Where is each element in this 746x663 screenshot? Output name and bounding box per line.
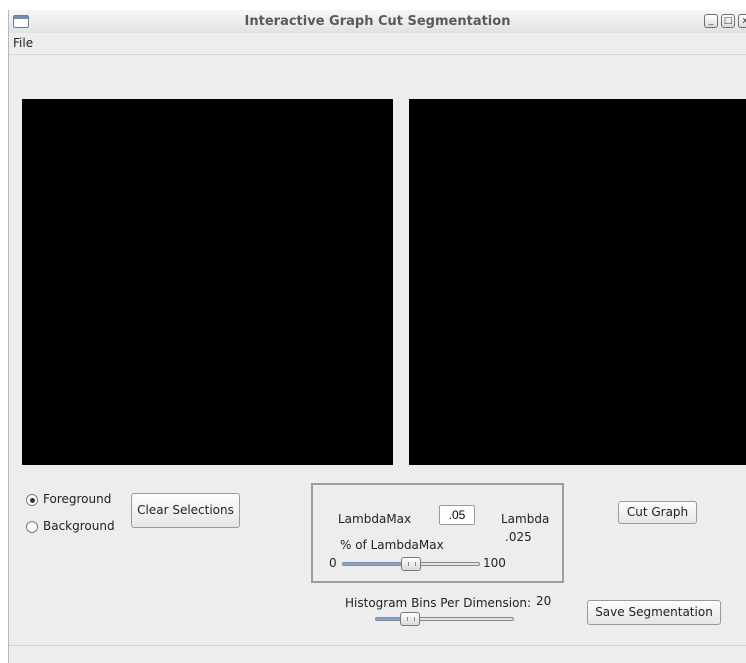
percent-slider-min-label: 0	[329, 556, 337, 570]
window-title: Interactive Graph Cut Segmentation	[244, 14, 511, 29]
menu-divider	[9, 54, 746, 55]
app-window: Interactive Graph Cut Segmentation _ □ x…	[8, 10, 746, 663]
background-radio[interactable]	[26, 521, 38, 533]
percent-slider-thumb[interactable]	[401, 557, 421, 571]
percent-slider[interactable]	[342, 557, 480, 571]
lambda-max-input[interactable]	[439, 505, 475, 525]
histogram-bins-value: 20	[536, 594, 552, 608]
cut-graph-button[interactable]: Cut Graph	[618, 501, 697, 524]
close-icon[interactable]: x	[738, 14, 746, 28]
maximize-icon[interactable]: □	[721, 14, 735, 28]
histogram-bins-slider[interactable]	[375, 612, 514, 626]
histogram-bins-label: Histogram Bins Per Dimension:	[345, 596, 532, 610]
menu-bar: File	[9, 33, 746, 53]
lambda-panel: LambdaMax Lambda .025 % of LambdaMax 0 1…	[311, 483, 564, 583]
title-bar[interactable]: Interactive Graph Cut Segmentation _ □ x	[9, 10, 746, 34]
foreground-label[interactable]: Foreground	[43, 492, 111, 506]
clear-selections-button[interactable]: Clear Selections	[131, 493, 240, 528]
input-image-canvas[interactable]	[22, 99, 393, 465]
lambda-label: Lambda	[501, 512, 550, 526]
segmentation-result-canvas	[409, 99, 746, 465]
percent-slider-max-label: 100	[483, 556, 506, 570]
histogram-slider-thumb[interactable]	[400, 612, 421, 626]
lambda-value: .025	[505, 530, 532, 544]
menu-file[interactable]: File	[13, 36, 33, 50]
minimize-icon[interactable]: _	[704, 14, 718, 28]
lambda-max-label: LambdaMax	[338, 512, 412, 526]
save-segmentation-button[interactable]: Save Segmentation	[587, 600, 721, 625]
foreground-radio[interactable]	[26, 494, 38, 506]
status-bar-divider	[9, 645, 746, 646]
background-label[interactable]: Background	[43, 519, 115, 533]
percent-of-lambdamax-label: % of LambdaMax	[340, 538, 444, 552]
